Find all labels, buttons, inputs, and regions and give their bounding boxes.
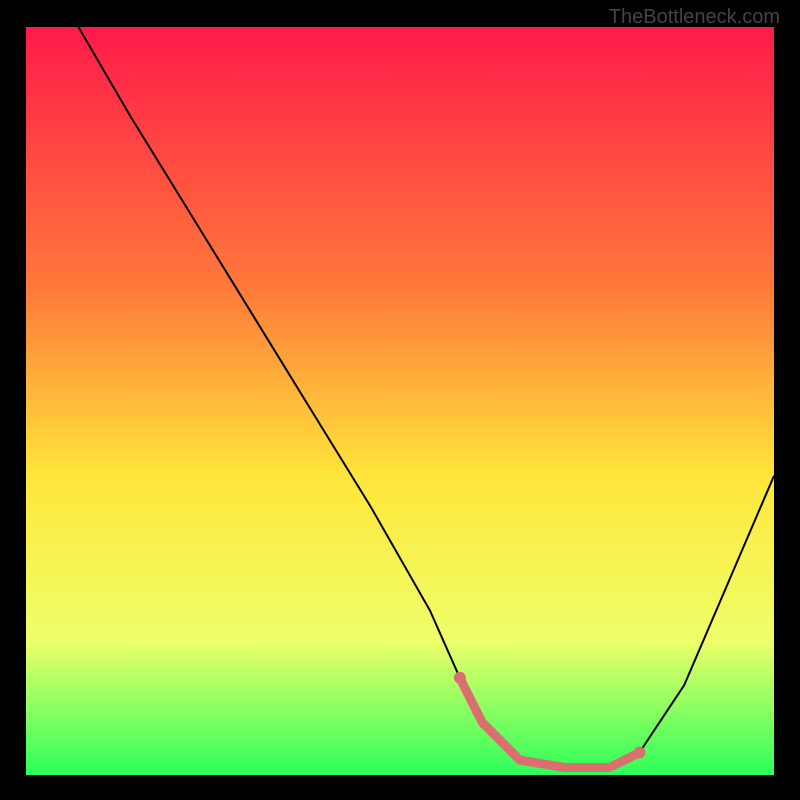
- bottleneck-chart: [26, 27, 774, 775]
- watermark-text: TheBottleneck.com: [609, 6, 780, 29]
- chart-svg: [26, 27, 774, 775]
- gradient-background: [26, 27, 774, 775]
- optimal-range-end-marker: [633, 747, 645, 759]
- optimal-range-start-marker: [454, 672, 466, 684]
